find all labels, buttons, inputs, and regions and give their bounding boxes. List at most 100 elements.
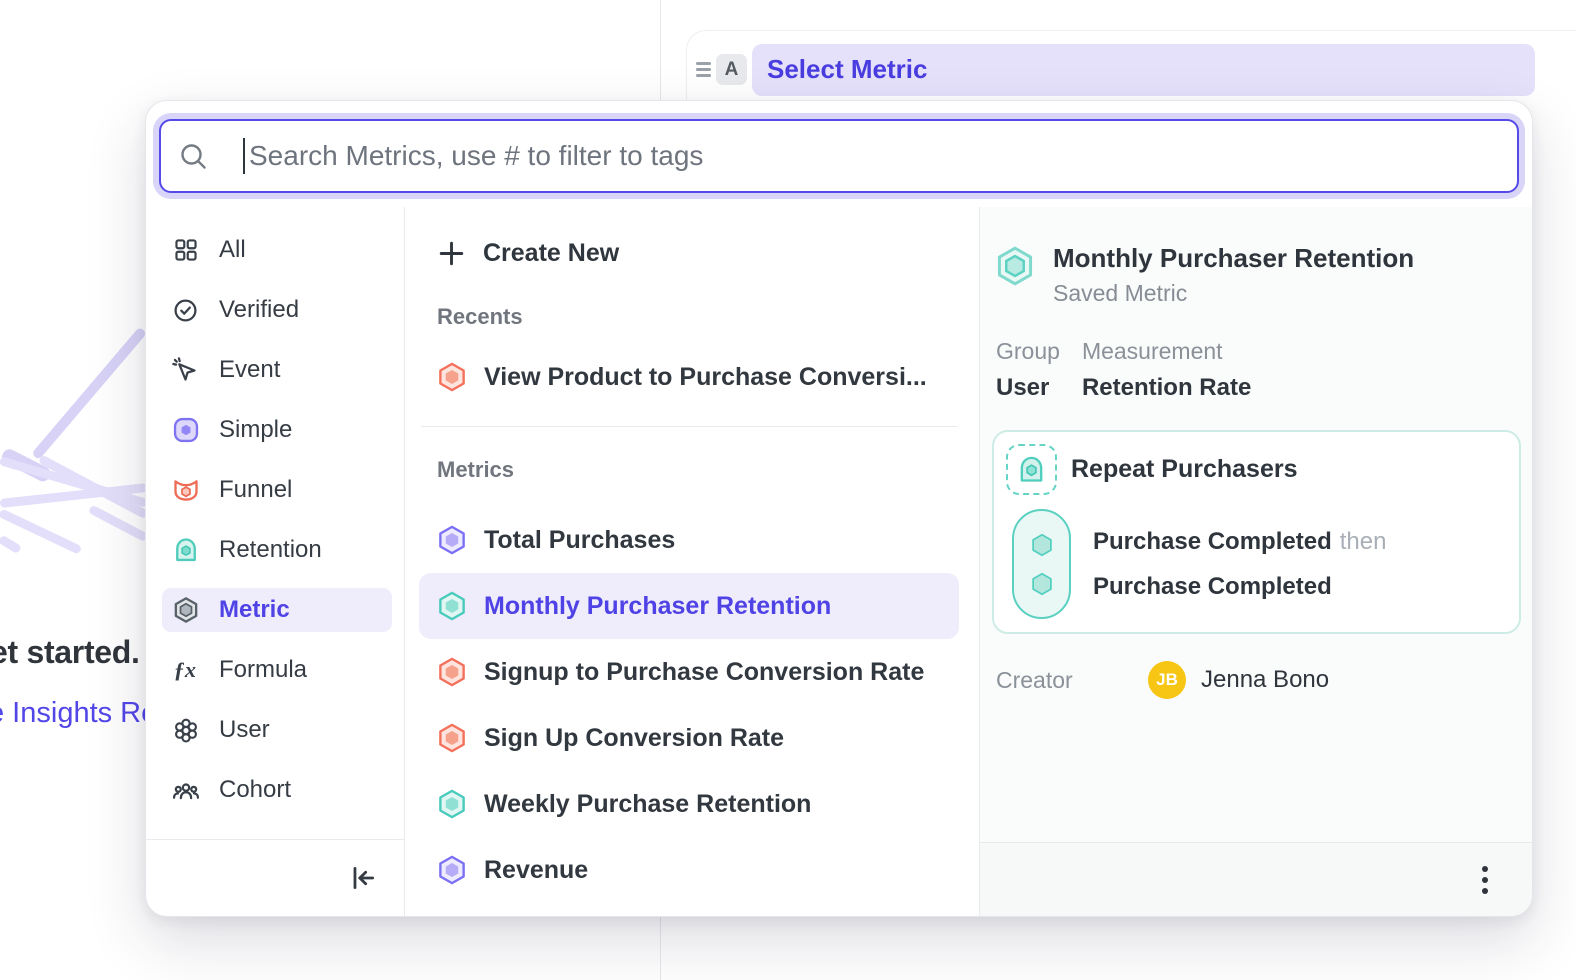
metric-picker-modal: All Verified Event	[145, 100, 1533, 917]
detail-fields: Group User Measurement Retention Rate	[994, 338, 1520, 402]
simple-icon	[171, 416, 200, 445]
metric-hex-icon-purple	[437, 524, 467, 556]
sidebar-item-label: Event	[219, 356, 280, 384]
metric-hex-icon-teal	[437, 590, 467, 622]
metric-item-total-purchases[interactable]: Total Purchases	[419, 507, 959, 573]
step-hex-icon	[1029, 571, 1055, 597]
metric-item-label: Sign Up Conversion Rate	[484, 724, 784, 753]
field-group: Group User	[996, 338, 1060, 402]
retention-steps-capsule	[1012, 509, 1071, 619]
saved-metric-hex-icon	[994, 245, 1036, 292]
metric-item-monthly-purchaser-retention[interactable]: Monthly Purchaser Retention	[419, 573, 959, 639]
detail-title: Monthly Purchaser Retention	[1053, 243, 1414, 273]
sidebar-item-label: Metric	[219, 596, 290, 624]
metric-hex-icon-teal	[437, 788, 467, 820]
metric-item-label: Revenue	[484, 856, 588, 885]
recent-item-label: View Product to Purchase Conversi...	[484, 363, 927, 392]
retention-definition-icon	[1006, 444, 1057, 495]
metric-icon	[171, 596, 200, 625]
metric-list-column: Create New Recents View Product to Purch…	[404, 207, 980, 916]
drag-handle-icon[interactable]	[696, 62, 711, 77]
sidebar-item-event[interactable]: Event	[162, 348, 392, 392]
recent-item[interactable]: View Product to Purchase Conversi...	[419, 346, 959, 408]
definition-step-2: Purchase Completed	[1093, 573, 1386, 601]
funnel-icon	[171, 476, 200, 505]
query-letter-badge: A	[716, 54, 747, 85]
grid-icon	[171, 236, 200, 265]
metric-item-revenue[interactable]: Revenue	[419, 837, 959, 903]
metric-item-label: Monthly Purchaser Retention	[484, 592, 831, 621]
svg-text:ƒx: ƒx	[173, 657, 195, 682]
sidebar-item-label: Funnel	[219, 476, 292, 504]
create-new-label: Create New	[483, 239, 619, 268]
recents-header: Recents	[419, 304, 959, 330]
metric-item-signup-to-purchase-conversion-rate[interactable]: Signup to Purchase Conversion Rate	[419, 639, 959, 705]
retention-icon	[171, 536, 200, 565]
metric-detail-panel: Monthly Purchaser Retention Saved Metric…	[980, 207, 1532, 916]
more-options-icon[interactable]	[1476, 860, 1494, 900]
metric-item-label: Total Purchases	[484, 526, 675, 555]
sidebar-item-label: Cohort	[219, 776, 291, 804]
step-event: Purchase Completed	[1093, 528, 1332, 555]
sidebar-item-metric[interactable]: Metric	[162, 588, 392, 632]
metric-item-label: Weekly Purchase Retention	[484, 790, 811, 819]
sidebar-item-simple[interactable]: Simple	[162, 408, 392, 452]
event-icon	[171, 356, 200, 385]
definition-card: Repeat Purchasers Purchase Completed then	[992, 430, 1521, 634]
cohort-icon	[171, 776, 200, 805]
collapse-sidebar-icon[interactable]	[348, 863, 378, 893]
step-event: Purchase Completed	[1093, 573, 1332, 600]
decorative-line-art	[0, 320, 146, 582]
detail-footer	[980, 842, 1532, 916]
filter-sidebar: All Verified Event	[146, 207, 404, 916]
verified-icon	[171, 296, 200, 325]
sidebar-item-user[interactable]: User	[162, 708, 392, 752]
metrics-header: Metrics	[419, 457, 959, 483]
definition-name: Repeat Purchasers	[1071, 455, 1298, 484]
sidebar-item-label: Simple	[219, 416, 292, 444]
select-metric-pill[interactable]: Select Metric	[752, 44, 1535, 96]
sidebar-item-formula[interactable]: ƒx Formula	[162, 648, 392, 692]
creator-avatar: JB	[1148, 661, 1186, 699]
metric-item-sign-up-conversion-rate[interactable]: Sign Up Conversion Rate	[419, 705, 959, 771]
create-new-button[interactable]: Create New	[419, 231, 959, 275]
sidebar-item-label: Verified	[219, 296, 299, 324]
search-box[interactable]	[159, 119, 1519, 193]
sidebar-footer	[146, 839, 404, 916]
funnel-hex-icon	[437, 361, 467, 393]
sidebar-item-cohort[interactable]: Cohort	[162, 768, 392, 812]
select-metric-label: Select Metric	[767, 54, 927, 85]
sidebar-item-all[interactable]: All	[162, 228, 392, 272]
step-hex-icon	[1029, 532, 1055, 558]
creator-label: Creator	[996, 667, 1148, 694]
sidebar-item-retention[interactable]: Retention	[162, 528, 392, 572]
search-icon	[179, 142, 207, 170]
list-divider	[421, 426, 957, 427]
creator-row: Creator JB Jenna Bono	[994, 661, 1520, 699]
field-measurement: Measurement Retention Rate	[1082, 338, 1251, 402]
field-value: Retention Rate	[1082, 374, 1251, 402]
background-insights-link-partial[interactable]: e Insights Re	[0, 697, 157, 730]
query-builder-row: A Select Metric	[686, 30, 1576, 108]
field-label: Group	[996, 338, 1060, 365]
sidebar-item-label: User	[219, 716, 270, 744]
metric-hex-icon-purple	[437, 854, 467, 886]
field-label: Measurement	[1082, 338, 1251, 365]
background-heading-partial: et started.	[0, 634, 140, 671]
metric-item-weekly-purchase-retention[interactable]: Weekly Purchase Retention	[419, 771, 959, 837]
metric-hex-icon-orange	[437, 722, 467, 754]
sidebar-item-label: All	[219, 236, 246, 264]
field-value: User	[996, 374, 1060, 402]
sidebar-item-verified[interactable]: Verified	[162, 288, 392, 332]
sidebar-item-funnel[interactable]: Funnel	[162, 468, 392, 512]
user-icon	[171, 716, 200, 745]
step-connector: then	[1340, 528, 1387, 555]
sidebar-item-label: Retention	[219, 536, 322, 564]
metric-hex-icon-orange	[437, 656, 467, 688]
creator-name: Jenna Bono	[1201, 666, 1329, 694]
detail-subtitle: Saved Metric	[1053, 280, 1414, 307]
search-input[interactable]	[245, 139, 1499, 173]
definition-step-1: Purchase Completed then	[1093, 528, 1386, 556]
metric-item-label: Signup to Purchase Conversion Rate	[484, 658, 924, 687]
plus-icon	[437, 239, 466, 268]
